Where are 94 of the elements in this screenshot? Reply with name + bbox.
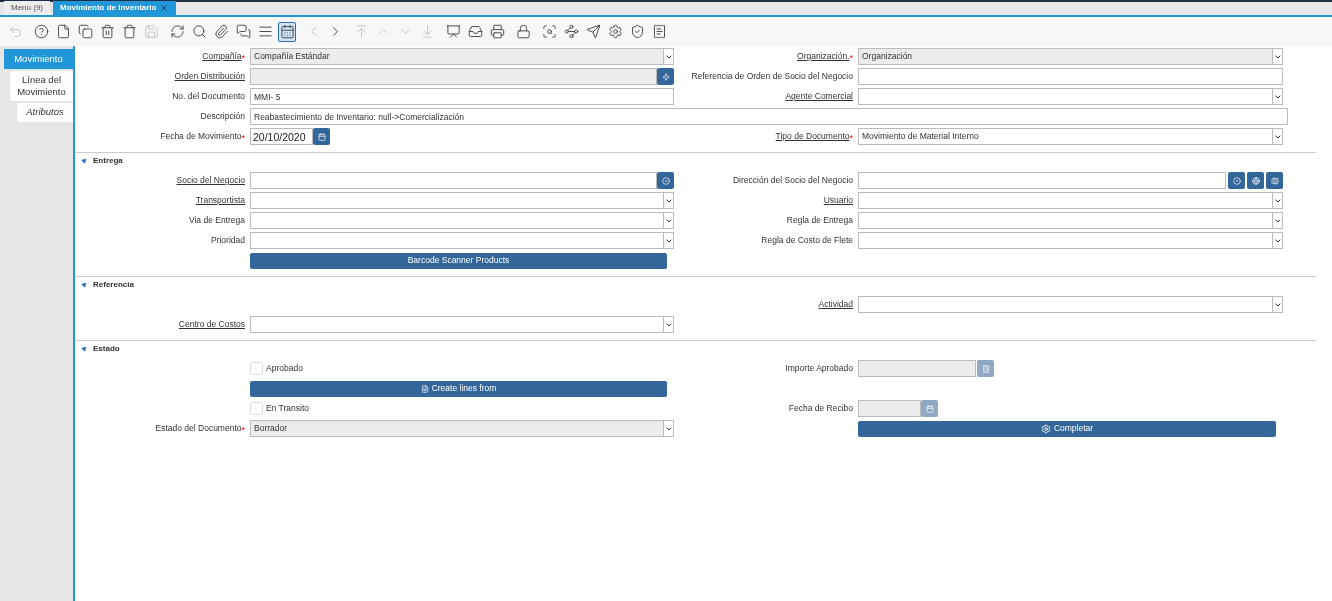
required-mark: *	[849, 134, 853, 143]
checkbox[interactable]	[250, 362, 263, 375]
dropdown-field[interactable]	[858, 88, 1283, 105]
field-label: Fecha de Recibo	[788, 402, 853, 415]
required-mark: *	[849, 54, 853, 63]
document-icon	[420, 384, 429, 393]
caret-icon	[663, 317, 673, 332]
field-label: Fecha de Movimiento	[160, 130, 242, 143]
field-label: Orden Distribución	[174, 70, 245, 83]
collapse-icon[interactable]	[80, 156, 89, 165]
field-label: Referencia de Orden de Socio del Negocio	[691, 70, 853, 83]
lightning-button[interactable]	[657, 68, 674, 85]
action-button[interactable]: Create lines from	[250, 380, 667, 397]
calculator-icon	[981, 364, 990, 373]
caret-icon	[1272, 213, 1282, 228]
checkbox-label: Aprobado	[266, 362, 303, 375]
date-field[interactable]: 20/10/2020	[250, 128, 313, 145]
caret-icon	[663, 233, 673, 248]
globe-button[interactable]	[1247, 172, 1264, 189]
caret-icon	[663, 49, 673, 64]
required-mark: *	[241, 426, 245, 435]
field-label: Regla de Entrega	[786, 214, 853, 227]
section-title: Entrega	[93, 154, 123, 167]
text-field[interactable]	[858, 68, 1283, 85]
gear-icon	[1040, 423, 1051, 434]
close-icon[interactable]	[159, 3, 170, 13]
field-label: Usuario	[823, 194, 853, 207]
text-field[interactable]: MMI- 5	[250, 88, 674, 105]
calendar-icon[interactable]	[278, 21, 296, 42]
required-mark: *	[241, 134, 245, 143]
field-label: Dirección del Socio del Negocio	[733, 174, 853, 187]
dropdown-field[interactable]: Organización	[858, 48, 1283, 65]
action-button[interactable]: Barcode Scanner Products	[250, 252, 667, 269]
map-icon	[1270, 176, 1279, 185]
search-field[interactable]	[250, 68, 657, 85]
field-label: Estado del Documento	[155, 422, 242, 435]
circle-icon	[1232, 176, 1241, 185]
caret-icon	[663, 421, 673, 436]
lookup-button[interactable]	[657, 172, 674, 189]
field-label: No. del Documento	[172, 90, 245, 103]
field-label: Agente Comercial	[785, 90, 853, 103]
field-label: Socio del Negocio	[176, 174, 245, 187]
side-tab[interactable]: Línea del Movimiento	[10, 71, 73, 101]
section-title: Estado	[93, 342, 120, 355]
caret-icon	[1272, 89, 1282, 104]
required-mark: *	[241, 54, 245, 63]
section-title: Referencia	[93, 278, 134, 291]
calendar-button[interactable]	[313, 128, 330, 145]
caret-icon	[663, 193, 673, 208]
field-label: Centro de Costos	[178, 318, 245, 331]
field-label: Descripción	[200, 110, 245, 123]
field-label: Tipo de Documento	[775, 130, 850, 143]
caret-icon	[663, 213, 673, 228]
checkbox[interactable]	[250, 402, 263, 415]
dropdown-field[interactable]	[858, 296, 1283, 313]
dropdown-field[interactable]	[250, 232, 674, 249]
caret-icon	[1272, 129, 1282, 144]
field-label: Regla de Costo de Flete	[761, 234, 853, 247]
collapse-icon[interactable]	[80, 344, 89, 353]
dropdown-field[interactable]	[858, 192, 1283, 209]
lightning-icon	[661, 72, 670, 81]
map-button[interactable]	[1266, 172, 1283, 189]
dropdown-field[interactable]	[250, 192, 674, 209]
text-field[interactable]: Reabastecimiento de Inventario: null->Comercialización	[250, 108, 1288, 125]
caret-icon	[1272, 193, 1282, 208]
globe-icon	[1251, 176, 1260, 185]
field-label: Importe Aprobado	[785, 362, 853, 375]
action-button[interactable]: Completar	[858, 420, 1276, 437]
window-tab[interactable]: Menú (9)	[4, 1, 50, 15]
caret-icon	[1272, 49, 1282, 64]
field-label: Transportista	[195, 194, 245, 207]
field-label: Actividad	[818, 298, 853, 311]
dropdown-field[interactable]: Movimiento de Material Interno	[858, 128, 1283, 145]
field-label: Organización.	[797, 50, 850, 63]
search-field[interactable]	[250, 172, 657, 189]
field-label: Prioridad	[210, 234, 245, 247]
dropdown-field[interactable]: Compañía Estándar	[250, 48, 674, 65]
dropdown-field[interactable]: Borrador	[250, 420, 674, 437]
location-button[interactable]	[1228, 172, 1245, 189]
dropdown-field[interactable]	[858, 232, 1283, 249]
circle-icon	[661, 176, 670, 185]
calendar-icon	[925, 404, 934, 413]
field-label: Via de Entrega	[188, 214, 245, 227]
caret-icon	[1272, 233, 1282, 248]
calendar-icon	[317, 132, 326, 141]
address-field[interactable]	[858, 172, 1226, 189]
side-tab[interactable]: Atributos	[17, 103, 73, 122]
dropdown-field[interactable]	[858, 212, 1283, 229]
caret-icon	[1272, 297, 1282, 312]
dropdown-field[interactable]	[250, 316, 674, 333]
collapse-icon[interactable]	[80, 280, 89, 289]
field-label: Compañía	[202, 50, 242, 63]
dropdown-field[interactable]	[250, 212, 674, 229]
checkbox-label: En Transito	[266, 402, 309, 415]
